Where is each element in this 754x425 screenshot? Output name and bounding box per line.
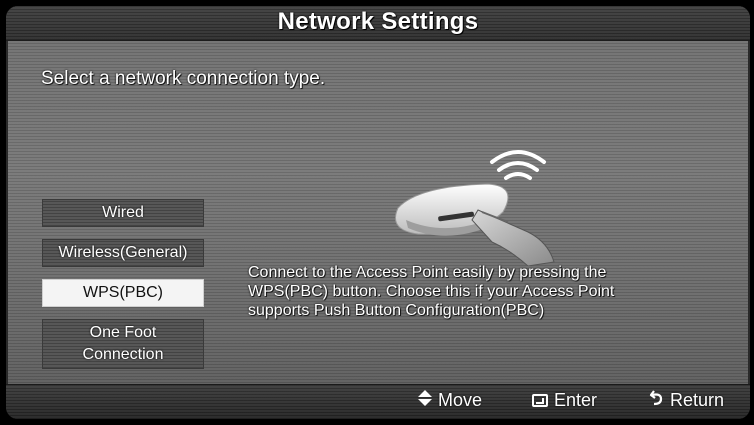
option-description: Connect to the Access Point easily by pr…: [248, 263, 728, 320]
move-hint[interactable]: Move: [418, 390, 482, 411]
menu-item-label: Wired: [102, 204, 144, 221]
menu-item-wireless-general[interactable]: Wireless(General): [42, 239, 204, 267]
enter-icon: [532, 394, 548, 407]
menu-item-wps-pbc[interactable]: WPS(PBC): [42, 279, 204, 307]
enter-label: Enter: [554, 390, 598, 410]
instruction-text: Select a network connection type.: [41, 68, 326, 89]
wifi-signal-icon: [490, 150, 546, 180]
menu-item-label: Wireless(General): [58, 244, 188, 261]
enter-hint[interactable]: Enter: [532, 390, 597, 411]
menu-item-label-line2: Connection: [82, 346, 164, 363]
menu-item-one-foot-connection[interactable]: One Foot Connection: [42, 319, 204, 369]
title-bar: Network Settings: [6, 6, 750, 41]
description-line: Connect to the Access Point easily by pr…: [248, 264, 607, 281]
page-title: Network Settings: [277, 8, 479, 35]
tv-screen: Network Settings Select a network connec…: [0, 0, 754, 425]
menu-item-label-line1: One Foot: [89, 324, 157, 341]
menu-item-wired[interactable]: Wired: [42, 199, 204, 227]
wps-router-illustration: [395, 150, 555, 266]
return-hint[interactable]: Return: [648, 390, 724, 411]
up-down-arrows-icon: [418, 390, 432, 411]
menu-item-label: WPS(PBC): [83, 284, 163, 301]
move-label: Move: [438, 390, 483, 410]
return-arrow-icon: [648, 390, 664, 411]
network-settings-panel: Network Settings Select a network connec…: [6, 6, 750, 419]
return-label: Return: [670, 390, 725, 410]
footer-bar: Move Enter Return: [6, 384, 750, 419]
description-line: supports Push Button Configuration(PBC): [248, 302, 545, 319]
description-line: WPS(PBC) button. Choose this if your Acc…: [248, 283, 615, 300]
hand-pressing-icon: [471, 209, 555, 266]
